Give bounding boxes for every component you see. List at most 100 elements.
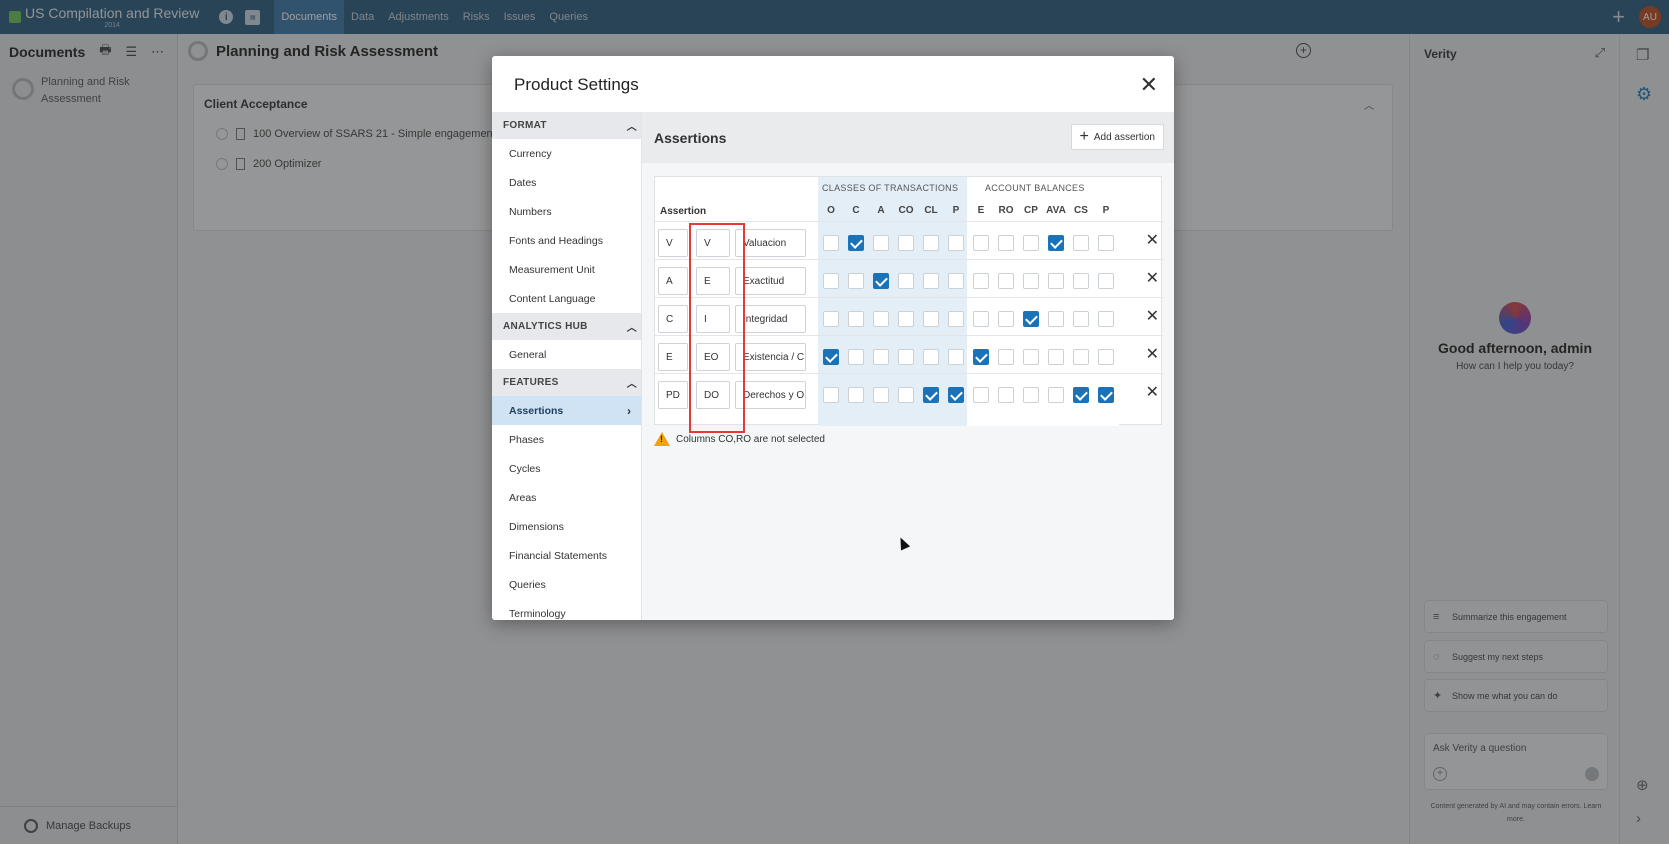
nav-cycles[interactable]: Cycles: [492, 454, 641, 483]
checkbox-cs[interactable]: [1073, 349, 1089, 365]
checkbox-e[interactable]: [973, 311, 989, 327]
group-account-balances: ACCOUNT BALANCES: [985, 183, 1085, 193]
checkbox-cp[interactable]: [1023, 273, 1039, 289]
assertion-code-input[interactable]: PD: [658, 381, 688, 409]
checkbox-o[interactable]: [823, 311, 839, 327]
assertion-code-input[interactable]: V: [658, 229, 688, 257]
assertion-code-input[interactable]: A: [658, 267, 688, 295]
nav-currency[interactable]: Currency: [492, 139, 641, 168]
checkbox-a[interactable]: [873, 311, 889, 327]
checkbox-a[interactable]: [873, 387, 889, 403]
nav-areas[interactable]: Areas: [492, 483, 641, 512]
assertion-code-input[interactable]: C: [658, 305, 688, 333]
checkbox-ava[interactable]: [1048, 387, 1064, 403]
checkbox-p[interactable]: [1098, 311, 1114, 327]
nav-general[interactable]: General: [492, 340, 641, 369]
assertion-name-input[interactable]: Exactitud: [735, 267, 806, 295]
checkbox-ro[interactable]: [998, 273, 1014, 289]
checkbox-co[interactable]: [898, 235, 914, 251]
close-icon[interactable]: ✕: [1140, 74, 1158, 96]
checkbox-c[interactable]: [848, 349, 864, 365]
assertion-name-input[interactable]: Existencia / C: [735, 343, 806, 371]
checkbox-ro[interactable]: [998, 349, 1014, 365]
add-assertion-button[interactable]: + Add assertion: [1070, 124, 1164, 150]
checkbox-p[interactable]: [948, 311, 964, 327]
checkbox-cl[interactable]: [923, 387, 939, 403]
assertion-code-input[interactable]: E: [658, 343, 688, 371]
remove-row-icon[interactable]: ✕: [1146, 309, 1159, 325]
checkbox-cl[interactable]: [923, 273, 939, 289]
checkbox-ro[interactable]: [998, 311, 1014, 327]
remove-row-icon[interactable]: ✕: [1146, 347, 1159, 363]
remove-row-icon[interactable]: ✕: [1146, 271, 1159, 287]
nav-numbers[interactable]: Numbers: [492, 197, 641, 226]
checkbox-cp[interactable]: [1023, 235, 1039, 251]
checkbox-ava[interactable]: [1048, 273, 1064, 289]
checkbox-ava[interactable]: [1048, 311, 1064, 327]
section-format[interactable]: FORMAT ︿: [492, 112, 641, 139]
nav-measurement-unit[interactable]: Measurement Unit: [492, 255, 641, 284]
checkbox-co[interactable]: [898, 273, 914, 289]
section-label: FORMAT: [503, 120, 547, 131]
section-analytics-hub[interactable]: ANALYTICS HUB ︿: [492, 313, 641, 340]
remove-row-icon[interactable]: ✕: [1146, 385, 1159, 401]
column-header: P: [952, 205, 960, 216]
checkbox-e[interactable]: [973, 235, 989, 251]
checkbox-p[interactable]: [1098, 387, 1114, 403]
checkbox-co[interactable]: [898, 311, 914, 327]
assertion-name-input[interactable]: Derechos y O: [735, 381, 806, 409]
checkbox-a[interactable]: [873, 235, 889, 251]
nav-dimensions[interactable]: Dimensions: [492, 512, 641, 541]
checkbox-e[interactable]: [973, 387, 989, 403]
section-features[interactable]: FEATURES ︿: [492, 369, 641, 396]
nav-content-language[interactable]: Content Language: [492, 284, 641, 313]
checkbox-cp[interactable]: [1023, 387, 1039, 403]
checkbox-c[interactable]: [848, 311, 864, 327]
checkbox-cp[interactable]: [1023, 311, 1039, 327]
checkbox-cs[interactable]: [1073, 235, 1089, 251]
checkbox-p[interactable]: [1098, 273, 1114, 289]
checkbox-p[interactable]: [948, 349, 964, 365]
nav-phases[interactable]: Phases: [492, 425, 641, 454]
content-header: Assertions + Add assertion: [642, 112, 1174, 163]
checkbox-co[interactable]: [898, 387, 914, 403]
nav-dates[interactable]: Dates: [492, 168, 641, 197]
checkbox-e[interactable]: [973, 349, 989, 365]
checkbox-ava[interactable]: [1048, 235, 1064, 251]
remove-row-icon[interactable]: ✕: [1146, 233, 1159, 249]
checkbox-p[interactable]: [948, 387, 964, 403]
checkbox-cp[interactable]: [1023, 349, 1039, 365]
checkbox-co[interactable]: [898, 349, 914, 365]
checkbox-cl[interactable]: [923, 235, 939, 251]
nav-queries[interactable]: Queries: [492, 570, 641, 599]
checkbox-p[interactable]: [1098, 235, 1114, 251]
checkbox-c[interactable]: [848, 387, 864, 403]
checkbox-ro[interactable]: [998, 387, 1014, 403]
checkbox-o[interactable]: [823, 387, 839, 403]
checkbox-a[interactable]: [873, 273, 889, 289]
checkbox-o[interactable]: [823, 349, 839, 365]
checkbox-c[interactable]: [848, 273, 864, 289]
nav-assertions[interactable]: Assertions ›: [492, 396, 641, 425]
nav-terminology[interactable]: Terminology: [492, 599, 641, 620]
checkbox-c[interactable]: [848, 235, 864, 251]
checkbox-cl[interactable]: [923, 349, 939, 365]
checkbox-cs[interactable]: [1073, 387, 1089, 403]
nav-fonts-headings[interactable]: Fonts and Headings: [492, 226, 641, 255]
checkbox-ava[interactable]: [1048, 349, 1064, 365]
assertion-name-input[interactable]: Integridad: [735, 305, 806, 333]
assertion-name-input[interactable]: Valuacion: [735, 229, 806, 257]
section-label: ANALYTICS HUB: [503, 321, 588, 332]
checkbox-cl[interactable]: [923, 311, 939, 327]
checkbox-e[interactable]: [973, 273, 989, 289]
checkbox-ro[interactable]: [998, 235, 1014, 251]
checkbox-p[interactable]: [948, 235, 964, 251]
checkbox-cs[interactable]: [1073, 311, 1089, 327]
checkbox-a[interactable]: [873, 349, 889, 365]
checkbox-p[interactable]: [1098, 349, 1114, 365]
checkbox-o[interactable]: [823, 235, 839, 251]
nav-financial-statements[interactable]: Financial Statements: [492, 541, 641, 570]
checkbox-p[interactable]: [948, 273, 964, 289]
checkbox-o[interactable]: [823, 273, 839, 289]
checkbox-cs[interactable]: [1073, 273, 1089, 289]
